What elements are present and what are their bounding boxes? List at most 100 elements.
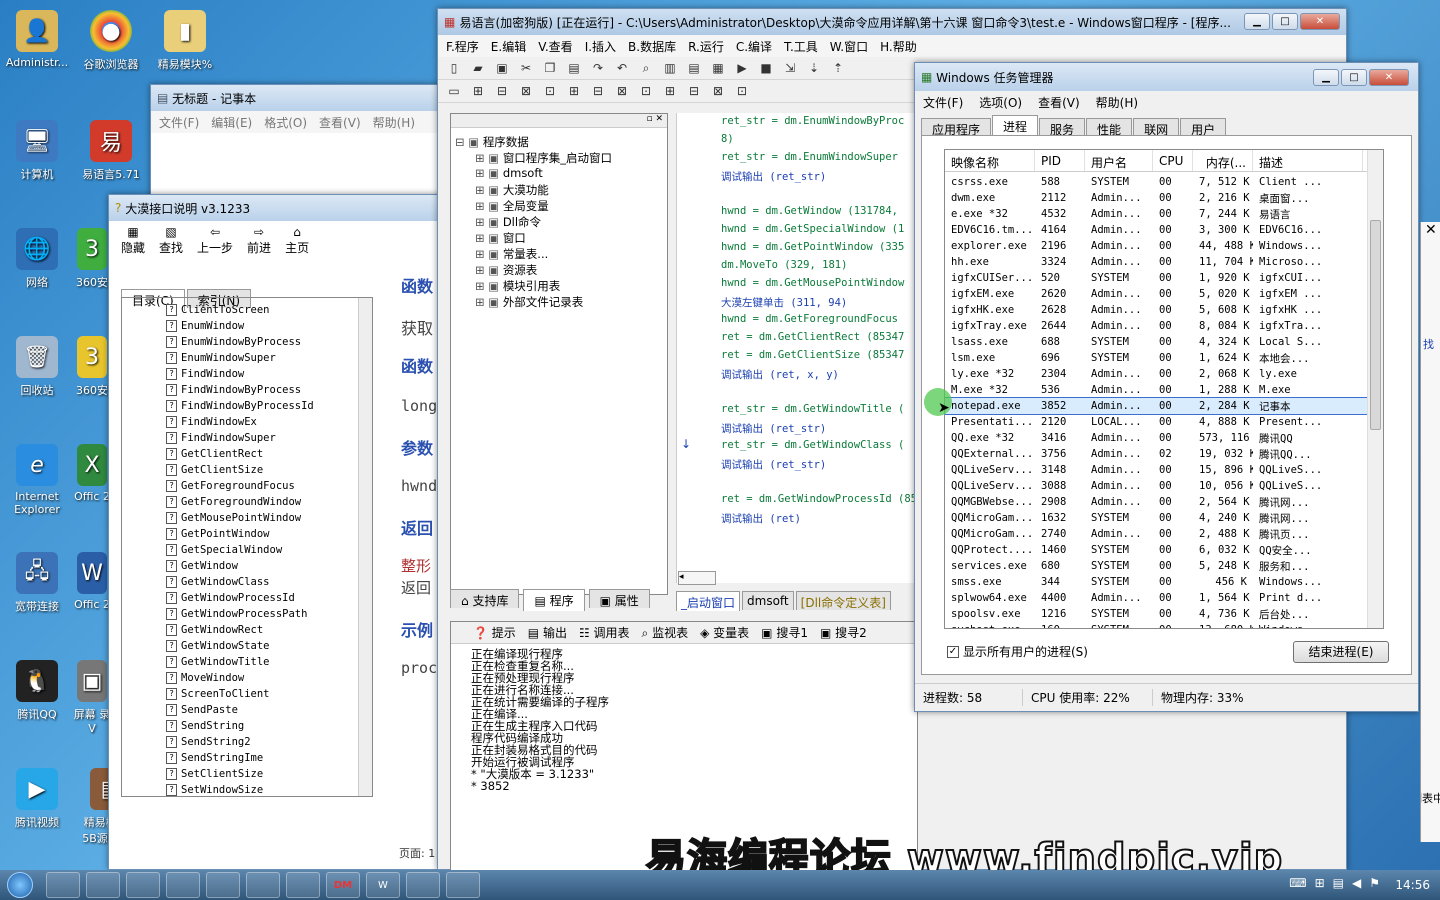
taskbar-item[interactable] [126, 872, 160, 898]
code-line[interactable] [721, 385, 916, 403]
align-icon[interactable]: ⊠ [708, 82, 728, 100]
help-tree-scrollbar[interactable] [358, 298, 372, 796]
code-line[interactable]: ret_str = dm.EnumWindowByProc [721, 115, 916, 133]
help-topic-item[interactable]: ? GetWindowRect [122, 622, 362, 638]
code-line[interactable]: 调试输出 (ret_str) [721, 169, 916, 187]
code-hscroll[interactable]: ◂ [678, 571, 716, 585]
process-row[interactable]: igfxHK.exe 2628 Admin... 00 5, 608 K igfxHK .… [945, 302, 1383, 318]
process-row[interactable]: e.exe *32 4532 Admin... 00 7, 244 K 易语言 [945, 206, 1383, 222]
tab-search1[interactable]: ▣ 搜寻1 [761, 624, 808, 641]
show-all-users-checkbox[interactable]: ✓ 显示所有用户的进程(S) [947, 643, 1088, 660]
ime-icon[interactable]: ⊞ [1315, 876, 1325, 890]
step-out-icon[interactable]: ⇡ [828, 59, 848, 77]
network-tray-icon[interactable]: ▤ [1333, 876, 1344, 890]
notepad-titlebar[interactable]: ▤ 无标题 - 记事本 [151, 85, 449, 111]
taskmgr-maximize-button[interactable]: □ [1341, 69, 1367, 86]
project-tree-item[interactable]: ⊞ ▣ 模块引用表 [455, 278, 663, 294]
layout-icon[interactable]: ▤ [684, 59, 704, 77]
desktop-icon-chrome[interactable]: ● 谷歌浏览器 [76, 10, 146, 72]
ide-minimize-button[interactable]: ▁ [1244, 13, 1270, 30]
code-line[interactable]: hwnd = dm.GetMousePointWindow [721, 277, 916, 295]
process-row[interactable]: explorer.exe 2196 Admin... 00 44, 488 K Windo… [945, 238, 1383, 254]
notepad-menu-file[interactable]: 文件(F) [159, 114, 199, 131]
help-topic-item[interactable]: ? ClientToScreen [122, 302, 362, 318]
desktop-icon-video[interactable]: ▶ 腾讯视频 [2, 768, 72, 830]
column-cpu[interactable]: CPU [1153, 150, 1193, 171]
code-line[interactable]: ret_str = dm.GetWindowTitle ( [721, 403, 916, 421]
code-line[interactable]: 调试输出 (ret) [721, 511, 916, 529]
code-line[interactable]: hwnd = dm.GetPointWindow (335 [721, 241, 916, 259]
help-topic-item[interactable]: ? GetMousePointWindow [122, 510, 362, 526]
process-row[interactable]: QQMGBWebse... 2908 Admin... 00 2, 564 K 腾讯网..… [945, 494, 1383, 510]
process-table-scrollbar[interactable] [1367, 150, 1383, 628]
help-topic-item[interactable]: ? EnumWindow [122, 318, 362, 334]
tab-dll-table[interactable]: [Dll命令定义表] [795, 591, 891, 610]
process-row[interactable]: svchost.exe160SYSTEM0013, 680 KWindows..… [945, 622, 1383, 628]
code-line[interactable]: hwnd = dm.GetWindow (131784, [721, 205, 916, 223]
project-tree-item[interactable]: ⊞ ▣ 外部文件记录表 [455, 294, 663, 310]
desktop-icon-module[interactable]: ▮ 精易模块% [150, 10, 220, 72]
desktop-icon-network[interactable]: 🌐 网络 [2, 228, 72, 290]
process-row[interactable]: splwow64.exe 4400 Admin... 00 1, 564 K Print … [945, 590, 1383, 606]
code-line[interactable]: 调试输出 (ret_str) [721, 421, 916, 439]
column-memory[interactable]: 内存(... [1193, 150, 1253, 171]
code-line[interactable]: ret = dm.GetWindowProcessId (85 [721, 493, 916, 511]
help-topic-item[interactable]: ? SendPaste [122, 702, 362, 718]
home-button[interactable]: ⌂ 主页 [285, 225, 309, 255]
taskbar-item[interactable] [46, 872, 80, 898]
process-row[interactable]: QQLiveServ... 3088 Admin... 00 10, 056 K QQLi… [945, 478, 1383, 494]
code-line[interactable]: dm.MoveTo (329, 181) [721, 259, 916, 277]
process-row[interactable]: ly.exe *32 2304 Admin... 00 2, 068 K ly.exe [945, 366, 1383, 382]
help-topic-item[interactable]: ? GetClientSize [122, 462, 362, 478]
help-topic-item[interactable]: ? FindWindow [122, 366, 362, 382]
desktop-icon-360b[interactable]: 3 360安 [72, 336, 112, 398]
taskbar-item[interactable] [286, 872, 320, 898]
taskmgr-menu-help[interactable]: 帮助(H) [1096, 94, 1138, 111]
tab-startup-window[interactable]: _启动窗口 [676, 591, 741, 611]
help-topic-item[interactable]: ? SendStringIme [122, 750, 362, 766]
step-icon[interactable]: ⇲ [780, 59, 800, 77]
right-edge-window[interactable]: ✕ 找 列表中 [1420, 222, 1440, 842]
process-row[interactable]: services.exe 680 SYSTEM 00 5, 248 K 服务和... [945, 558, 1383, 574]
align-icon[interactable]: ⊞ [660, 82, 680, 100]
help-topic-item[interactable]: ? GetPointWindow [122, 526, 362, 542]
desktop-icon-broadband[interactable]: 🖧 宽带连接 [2, 552, 72, 614]
notepad-menu-view[interactable]: 查看(V) [319, 114, 361, 131]
process-row[interactable]: QQLiveServ... 3148 Admin... 00 15, 896 K QQLi… [945, 462, 1383, 478]
taskbar-item[interactable] [446, 872, 480, 898]
project-tree-item[interactable]: ⊞ ▣ 资源表 [455, 262, 663, 278]
undo-icon[interactable]: ↶ [612, 59, 632, 77]
stop-icon[interactable]: ■ [756, 59, 776, 77]
process-row[interactable]: dwm.exe 2112 Admin... 00 2, 216 K 桌面窗... [945, 190, 1383, 206]
desktop-icon-eyuyan[interactable]: 易易语言5.71 [76, 120, 146, 182]
ide-titlebar[interactable]: ▦ 易语言(加密狗版) [正在运行] - C:\Users\Administra… [438, 9, 1346, 35]
taskmgr-menu-options[interactable]: 选项(O) [979, 94, 1022, 111]
desktop-icon-recycle[interactable]: 🗑 回收站 [2, 336, 72, 398]
help-topic-item[interactable]: ? EnumWindowByProcess [122, 334, 362, 350]
flag-icon[interactable]: ⚑ [1369, 876, 1380, 890]
process-row[interactable]: igfxEM.exe 2620 Admin... 00 5, 020 K igfxEM .… [945, 286, 1383, 302]
desktop-icon-qq[interactable]: 🐧 腾讯QQ [2, 660, 72, 722]
process-row[interactable]: lsass.exe 688 SYSTEM 00 4, 324 K Local S... [945, 334, 1383, 350]
open-folder-icon[interactable]: ▰ [468, 59, 488, 77]
help-topic-item[interactable]: ? GetWindowProcessPath [122, 606, 362, 622]
project-tree-item[interactable]: ⊞ ▣ 大漠功能 [455, 182, 663, 198]
tab-properties[interactable]: ▣ 属性 [588, 589, 650, 608]
code-line[interactable]: ret_str = dm.EnumWindowSuper [721, 151, 916, 169]
tab-processes[interactable]: 进程 [992, 115, 1039, 137]
help-topic-item[interactable]: ? SetWindowSize [122, 782, 362, 796]
taskmgr-menu-file[interactable]: 文件(F) [923, 94, 963, 111]
ide-menu-run[interactable]: R.运行 [688, 38, 724, 55]
help-topic-item[interactable]: ? ScreenToClient [122, 686, 362, 702]
ide-menu-compile[interactable]: C.编译 [736, 38, 772, 55]
code-line[interactable]: 调试输出 (ret_str) [721, 457, 916, 475]
process-row[interactable]: igfxTray.exe 2644 Admin... 00 8, 084 K igfxTr… [945, 318, 1383, 334]
code-line[interactable]: 调试输出 (ret, x, y) [721, 367, 916, 385]
layout-icon[interactable]: ▦ [708, 59, 728, 77]
redo-icon[interactable]: ↷ [588, 59, 608, 77]
process-row[interactable]: QQExternal... 3756 Admin... 02 19, 032 K 腾讯QQ… [945, 446, 1383, 462]
tab-support-lib[interactable]: ⌂ 支持库 [450, 589, 520, 608]
project-tree-item[interactable]: ⊞ ▣ 全局变量 [455, 198, 663, 214]
paste-icon[interactable]: ▤ [564, 59, 584, 77]
column-user[interactable]: 用户名 [1085, 150, 1153, 171]
